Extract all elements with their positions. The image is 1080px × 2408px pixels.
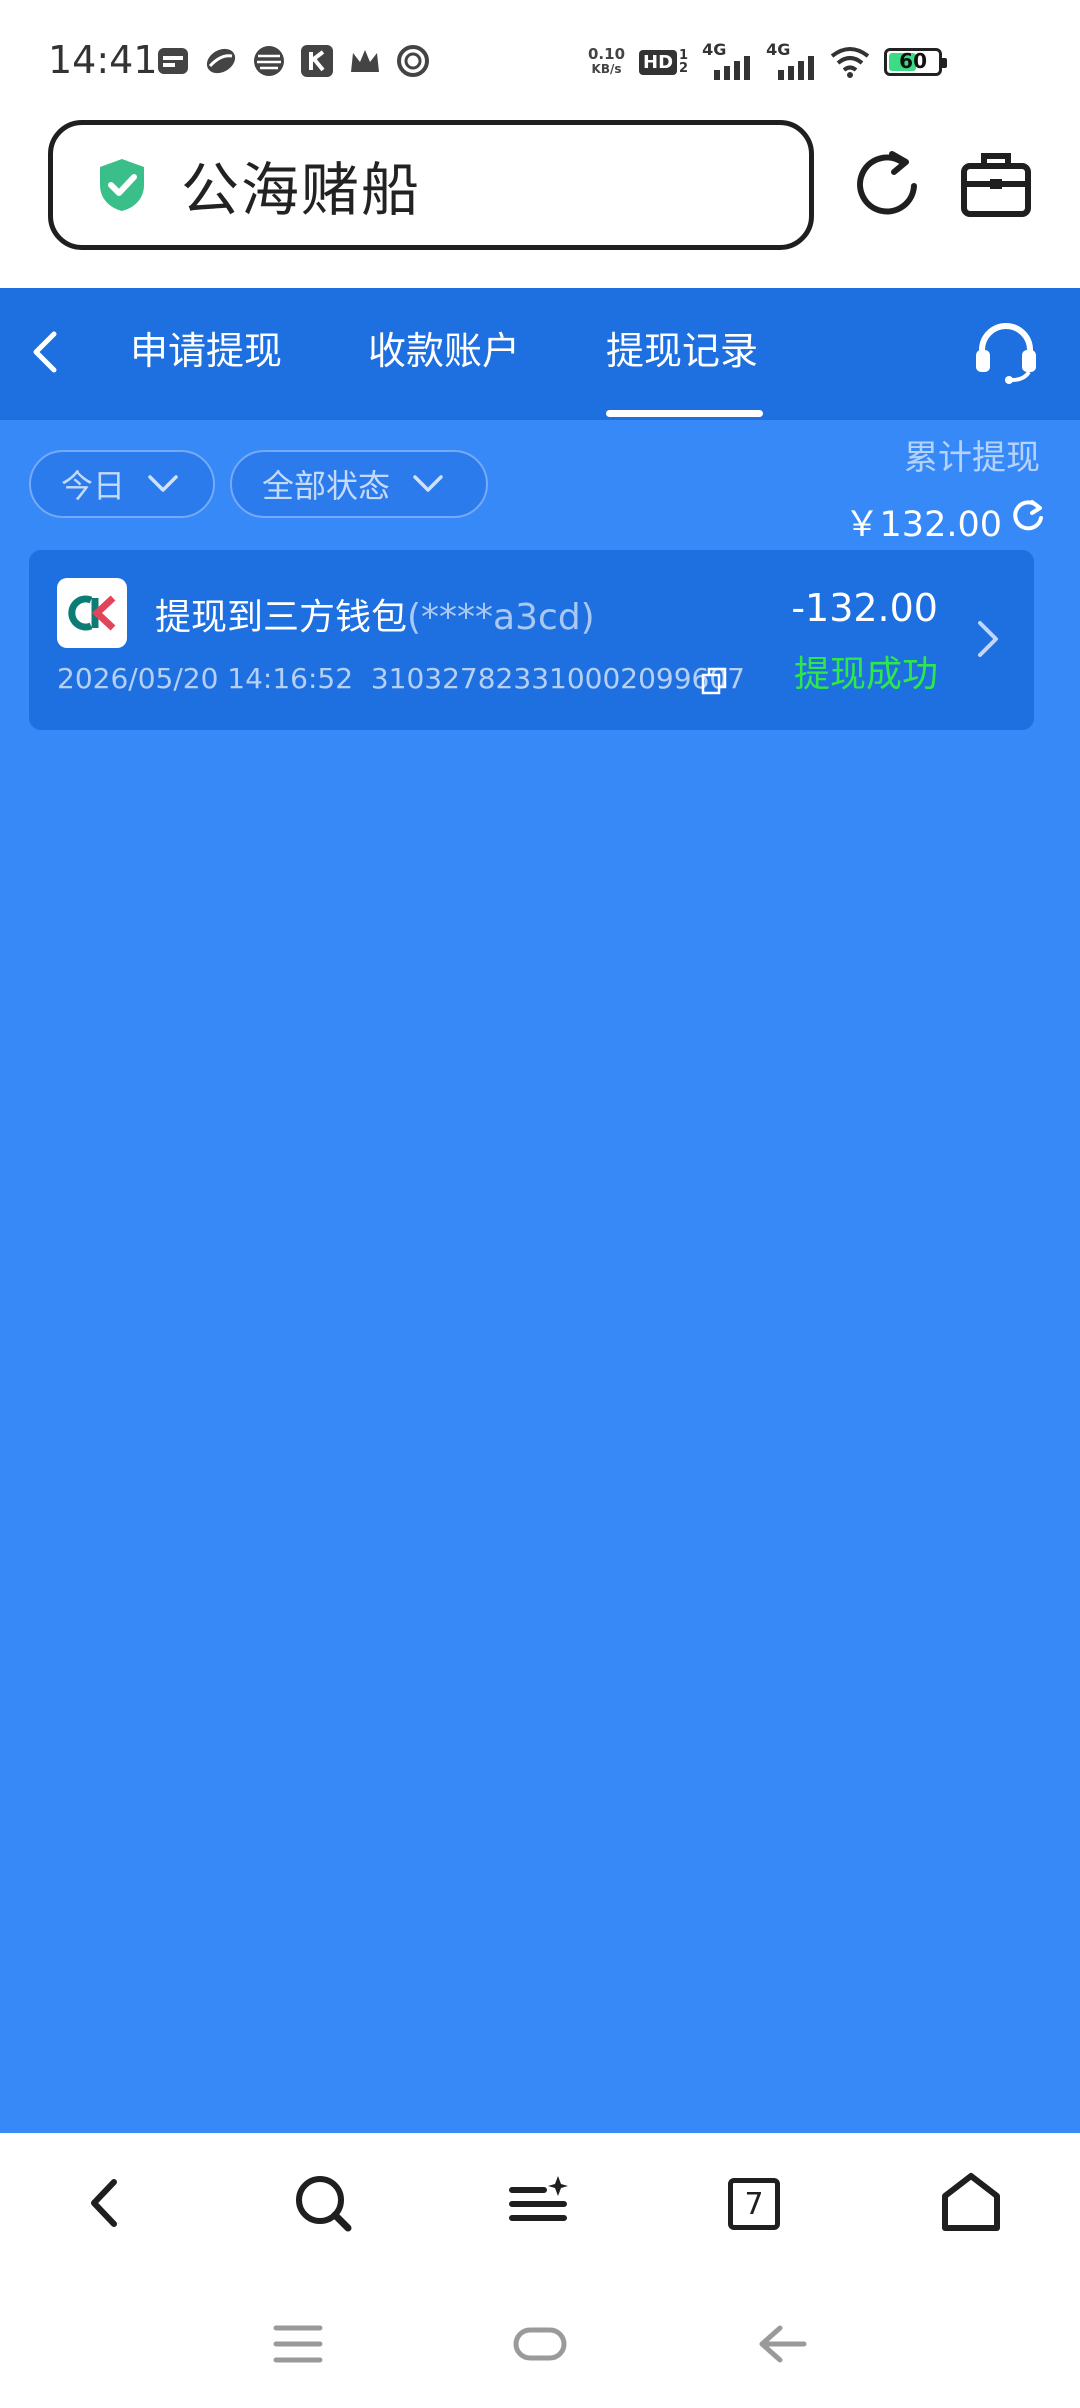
total-withdrawn-amount: ￥132.00 [844, 505, 1002, 545]
status-filter-dropdown[interactable]: 全部状态 [230, 450, 488, 518]
tab-apply-withdraw[interactable]: 申请提现 [130, 320, 282, 386]
crown-notification-icon [351, 50, 379, 72]
home-icon[interactable] [938, 2170, 1004, 2236]
status-filter-value: 全部状态 [262, 467, 391, 505]
date-filter-value: 今日 [61, 467, 126, 505]
copy-icon[interactable] [700, 666, 728, 696]
masked-account: (****a3cd) [407, 597, 595, 638]
tab-payment-accounts[interactable]: 收款账户 [368, 320, 520, 386]
date-filter-dropdown[interactable]: 今日 [29, 450, 215, 518]
battery-icon: 60 [884, 48, 948, 76]
address-bar[interactable]: 公海赌船 [48, 120, 814, 250]
withdraw-record-card[interactable] [29, 550, 1034, 730]
signal-sim2-icon: 4G [766, 40, 816, 80]
active-tab-indicator [606, 410, 763, 417]
reload-icon[interactable] [852, 148, 922, 222]
swirl-notification-icon [206, 48, 236, 74]
network-speed: 0.10 KB/s [588, 45, 626, 77]
home-pill-icon[interactable] [512, 2322, 568, 2366]
hd-voice-icon: HD 12 [639, 49, 688, 75]
status-time: 14:41 [48, 38, 158, 82]
record-amount: -132.00 [791, 586, 938, 630]
menu-sparkle-icon[interactable] [506, 2170, 572, 2236]
wallet-notification-icon [158, 48, 188, 74]
total-withdrawn-label: 累计提现 [904, 438, 1040, 478]
ball-notification-icon [254, 46, 284, 76]
system-back-icon[interactable] [756, 2322, 808, 2366]
chevron-down-icon [148, 475, 178, 492]
browser-back-icon[interactable] [74, 2170, 140, 2236]
globe-notification-icon [397, 45, 429, 77]
notification-icons [156, 44, 430, 82]
record-status: 提现成功 [793, 654, 938, 695]
record-meta: 2026/05/20 14:16:52 31032782331000209960… [57, 662, 745, 695]
recent-apps-icon[interactable] [272, 2322, 324, 2366]
record-title: 提现到三方钱包(****a3cd) [155, 597, 595, 638]
security-shield-icon [100, 159, 144, 211]
search-icon[interactable] [290, 2170, 356, 2236]
record-datetime: 2026/05/20 14:16:52 [57, 662, 354, 695]
tab-withdraw-records[interactable]: 提现记录 [606, 320, 758, 386]
back-chevron-icon[interactable] [26, 326, 66, 378]
wallet-logo-icon [57, 578, 127, 648]
toolbox-icon[interactable] [960, 150, 1032, 220]
wifi-icon [830, 47, 870, 78]
chevron-down-icon [413, 475, 443, 492]
refresh-icon[interactable] [1010, 498, 1046, 534]
customer-service-headset-icon[interactable] [972, 320, 1040, 384]
status-indicators: 0.10 KB/s HD 12 4G 4G 60 [588, 40, 948, 84]
url-text[interactable]: 公海赌船 [181, 143, 421, 227]
signal-sim1-icon: 4G [702, 40, 752, 80]
k-app-notification-icon [301, 45, 333, 77]
chevron-right-icon[interactable] [972, 617, 1004, 661]
record-order-no: 310327823310002099607 [370, 662, 745, 695]
tab-count-button[interactable]: 7 [728, 2178, 780, 2230]
